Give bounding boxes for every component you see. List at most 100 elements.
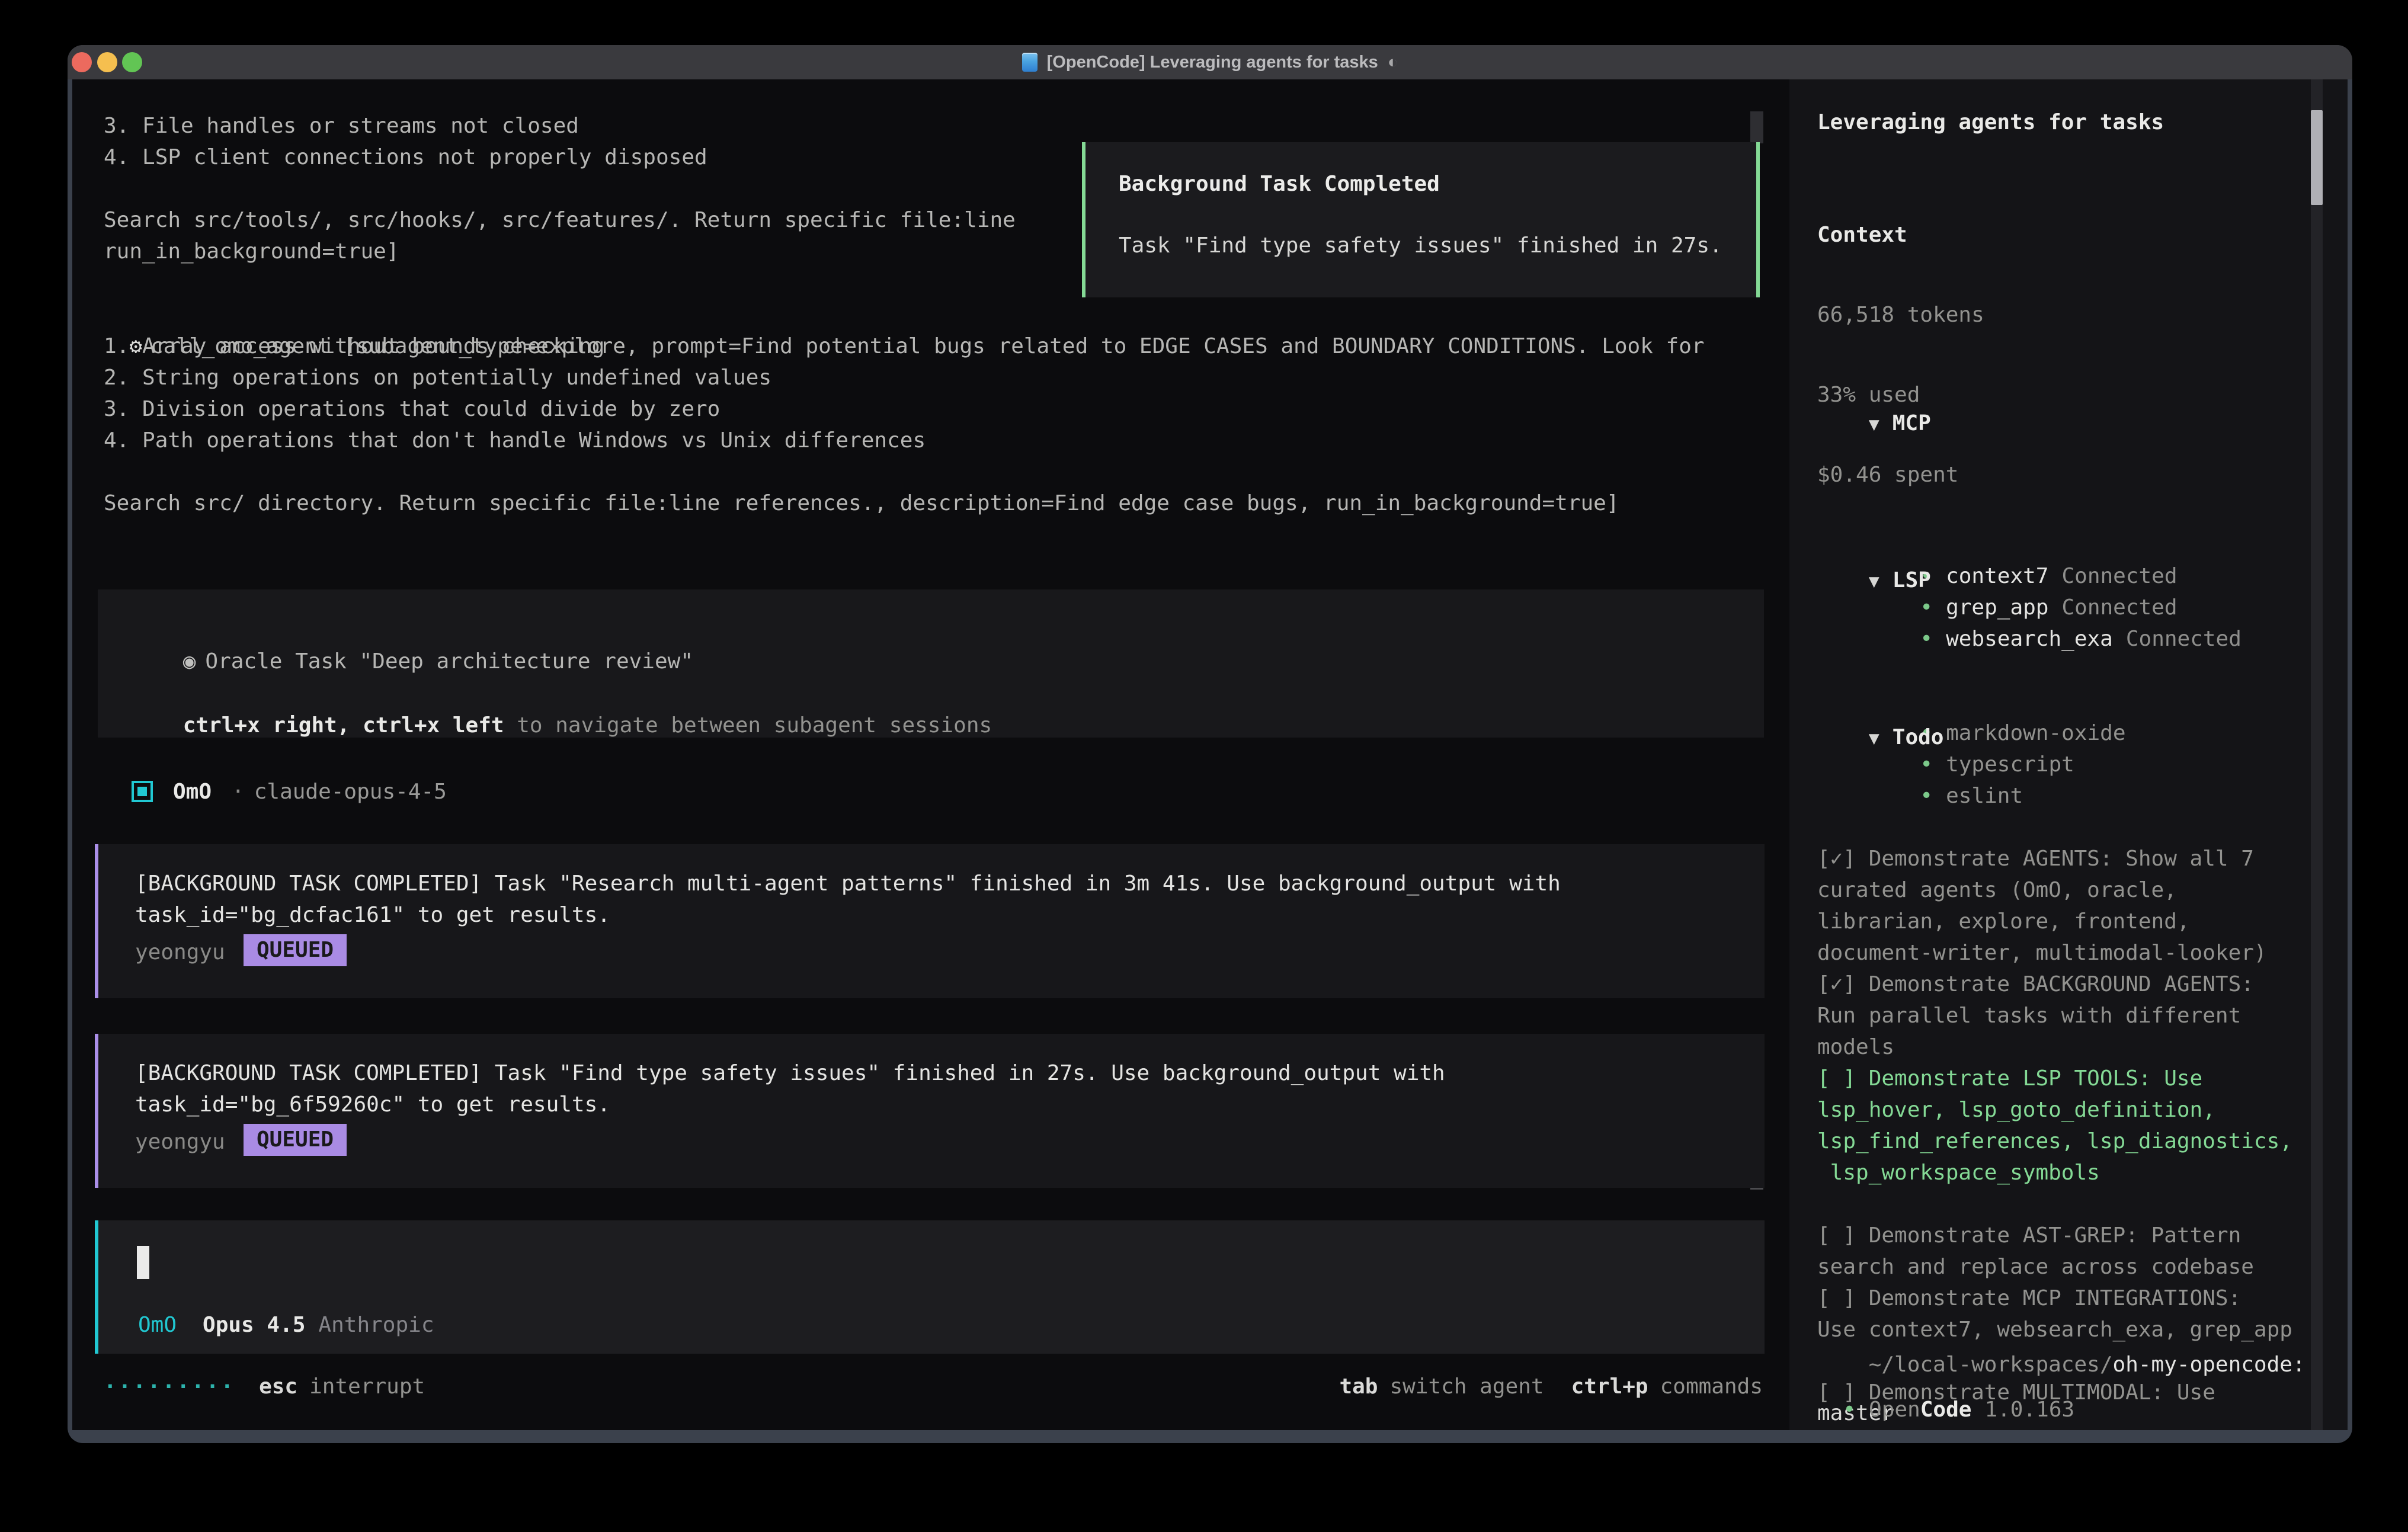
statusbar-left: ········· esc interrupt (104, 1373, 425, 1399)
footer-provider-name: Anthropic (318, 1309, 434, 1341)
todo-line-text: [✓] Demonstrate BACKGROUND AGENTS: (1817, 972, 2254, 996)
version-name-suffix: Code (1920, 1398, 1972, 1422)
ctrlp-key-hint: ctrl+p (1571, 1374, 1648, 1399)
todo-line: lsp_find_references, lsp_diagnostics, (1817, 1126, 2292, 1157)
task-line1: [BACKGROUND TASK COMPLETED] Task "Find t… (135, 1057, 1445, 1089)
todo-line-text: lsp_find_references, lsp_diagnostics, (1817, 1129, 2292, 1153)
todo-line-text: models (1817, 1035, 1894, 1059)
workspace-section: ~/local-workspaces/oh-my-opencode: maste… (1817, 1269, 2305, 1453)
task-line1: [BACKGROUND TASK COMPLETED] Task "Resear… (135, 868, 1561, 899)
agent-checkbox-icon (132, 781, 153, 802)
todo-heading-row[interactable]: ▼Todo (1817, 690, 2292, 722)
transcript-line (104, 173, 1016, 204)
half-circle-icon: ◐ (1388, 53, 1398, 72)
separator-dot: · (232, 780, 245, 804)
todo-line: curated agents (OmO, oracle, (1817, 874, 2292, 906)
todo-line-text: curated agents (OmO, oracle, (1817, 878, 2177, 902)
todo-line: librarian, explore, frontend, (1817, 906, 2292, 937)
status-badge: QUEUED (244, 934, 347, 966)
tool-call-item: 4. Path operations that don't handle Win… (104, 425, 926, 456)
oracle-task-title: Oracle Task "Deep architecture review" (205, 649, 693, 674)
todo-line-text: Run parallel tasks with different (1817, 1004, 2241, 1028)
todo-line: lsp_workspace_symbols (1817, 1157, 2292, 1188)
todo-line (1817, 1188, 2292, 1220)
collapse-triangle-icon: ▼ (1869, 571, 1879, 592)
notification-body: Task "Find type safety issues" finished … (1119, 230, 1722, 261)
version-name-prefix: Open (1869, 1398, 1920, 1422)
tab-key-label: switch agent (1389, 1374, 1544, 1399)
task-user: yeongyu (135, 1126, 225, 1158)
lsp-heading: LSP (1893, 568, 1931, 592)
sidebar-scrollbar-thumb[interactable] (2311, 110, 2323, 205)
tab-key-hint: tab (1339, 1374, 1378, 1399)
todo-line-text: librarian, explore, frontend, (1817, 909, 2190, 934)
todo-line-text: lsp_workspace_symbols (1817, 1161, 2100, 1185)
collapse-triangle-icon: ▼ (1869, 728, 1879, 749)
window-title-group: [OpenCode] Leveraging agents for tasks ◐ (1022, 53, 1398, 72)
status-badge: QUEUED (244, 1124, 347, 1156)
todo-line: [✓] Demonstrate AGENTS: Show all 7 (1817, 843, 2292, 874)
task-line2: task_id="bg_6f59260c" to get results. (135, 1089, 610, 1120)
agent-name: OmO (173, 780, 212, 804)
transcript-pre-lines: 3. File handles or streams not closed4. … (104, 110, 1016, 267)
todo-line: [✓] Demonstrate BACKGROUND AGENTS: (1817, 969, 2292, 1000)
oracle-hint-line: ctrl+x right, ctrl+x left to navigate be… (132, 678, 992, 773)
oracle-task-box: ◉Oracle Task "Deep architecture review" … (98, 589, 1764, 738)
prompt-input[interactable]: OmO Opus 4.5 Anthropic (95, 1220, 1765, 1354)
session-title: Leveraging agents for tasks (1817, 107, 2164, 138)
todo-heading: Todo (1893, 725, 1944, 749)
ctrlp-key-label: commands (1660, 1374, 1763, 1399)
agent-header: OmO · claude-opus-4-5 (132, 778, 447, 805)
tool-call-item: 2. String operations on potentially unde… (104, 362, 926, 393)
mcp-heading: MCP (1893, 411, 1931, 435)
footer-agent-name: OmO (138, 1309, 177, 1341)
transcript-line: 4. LSP client connections not properly d… (104, 142, 1016, 173)
version-line: •OpenCode1.0.163 (1817, 1363, 2074, 1394)
esc-key-label: interrupt (309, 1374, 425, 1399)
version-number: 1.0.163 (1984, 1398, 2074, 1422)
workspace-path-line: ~/local-workspaces/oh-my-opencode: (1817, 1318, 2305, 1349)
todo-line-text: [✓] Demonstrate AGENTS: Show all 7 (1817, 847, 2254, 871)
footer-model-name[interactable]: Opus 4.5 (203, 1309, 305, 1341)
window-title: [OpenCode] Leveraging agents for tasks (1047, 53, 1378, 72)
text-cursor (137, 1246, 149, 1279)
oracle-hint-text: to navigate between subagent sessions (504, 713, 992, 738)
task-result-box-2: [BACKGROUND TASK COMPLETED] Task "Find t… (95, 1034, 1765, 1188)
minimize-button[interactable] (97, 52, 117, 72)
notification-title: Background Task Completed (1119, 168, 1440, 200)
todo-line: [ ] Demonstrate LSP TOOLS: Use (1817, 1063, 2292, 1094)
close-button[interactable] (72, 52, 92, 72)
task-user: yeongyu (135, 937, 225, 969)
zoom-button[interactable] (122, 52, 142, 72)
statusbar-right: tab switch agent ctrl+p commands (1339, 1373, 1763, 1399)
tool-call-line: ⚙call_omo_agent [subagent_type=explore, … (104, 299, 1705, 331)
background-task-notification: Background Task Completed Task "Find typ… (1082, 142, 1760, 297)
lsp-heading-row[interactable]: ▼LSP (1817, 533, 2126, 565)
todo-line: models (1817, 1031, 2292, 1063)
radio-icon: ◉ (183, 649, 196, 674)
main-scrollbar-thumb-top[interactable] (1750, 111, 1763, 143)
transcript-line: run_in_background=true] (104, 236, 1016, 267)
titlebar[interactable]: [OpenCode] Leveraging agents for tasks ◐ (68, 45, 2352, 79)
context-heading: Context (1817, 219, 1984, 251)
spinner-dots-icon: ········· (104, 1374, 235, 1399)
mcp-heading-row[interactable]: ▼MCP (1817, 376, 2242, 408)
tool-call-tail: Search src/ directory. Return specific f… (104, 488, 1619, 519)
oracle-hint-keys: ctrl+x right, ctrl+x left (183, 713, 504, 738)
todo-line-text: lsp_hover, lsp_goto_definition, (1817, 1098, 2215, 1122)
todo-line: Run parallel tasks with different (1817, 1000, 2292, 1031)
todo-line: lsp_hover, lsp_goto_definition, (1817, 1094, 2292, 1126)
tool-call-item: 3. Division operations that could divide… (104, 393, 926, 425)
collapse-triangle-icon: ▼ (1869, 414, 1879, 435)
todo-line-text: document-writer, multimodal-looker) (1817, 941, 2267, 965)
sidebar-scrollbar-track[interactable] (2311, 79, 2323, 1430)
todo-line: [ ] Demonstrate AST-GREP: Pattern (1817, 1220, 2292, 1251)
esc-key-hint: esc (259, 1374, 297, 1399)
tool-call-item: 1. Array access without bounds checking (104, 331, 926, 362)
document-icon (1022, 53, 1038, 72)
context-tokens: 66,518 tokens (1817, 299, 1984, 331)
tool-call-items: 1. Array access without bounds checking2… (104, 331, 926, 456)
status-dot-icon: • (1843, 1398, 1856, 1422)
todo-line-text: [ ] Demonstrate LSP TOOLS: Use (1817, 1066, 2202, 1091)
input-footer: OmO Opus 4.5 Anthropic (138, 1309, 434, 1341)
